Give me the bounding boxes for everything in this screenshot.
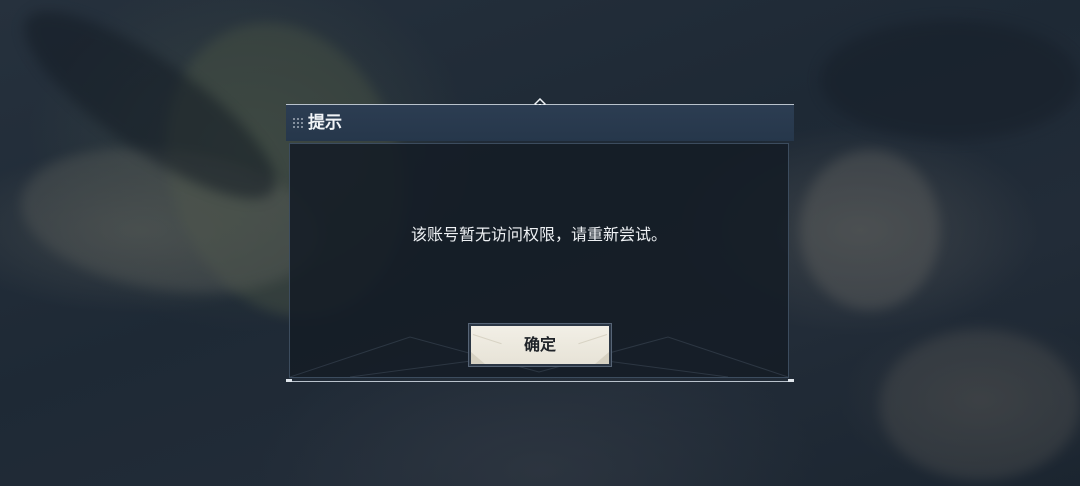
corner-tick-left [286,379,292,382]
dialog-title: 提示 [308,113,342,133]
game-background: 提示 该账号暂无访问权限，请重新尝试。 确定 [0,0,1080,486]
background-shadow-shape [820,20,1080,140]
background-figure-shape [800,150,940,310]
dialog-header[interactable]: 提示 [286,105,794,141]
grip-dots-icon[interactable] [292,117,304,129]
background-figure-shape [880,330,1080,480]
corner-tick-right [788,379,794,382]
confirm-button-face[interactable]: 确定 [471,326,609,364]
dialog-message: 该账号暂无访问权限，请重新尝试。 [410,225,667,244]
confirm-button-label[interactable]: 确定 [471,326,609,364]
alert-dialog: 提示 该账号暂无访问权限，请重新尝试。 确定 [286,97,794,382]
confirm-button[interactable]: 确定 [468,323,612,367]
dialog-bottom-border [286,381,794,382]
